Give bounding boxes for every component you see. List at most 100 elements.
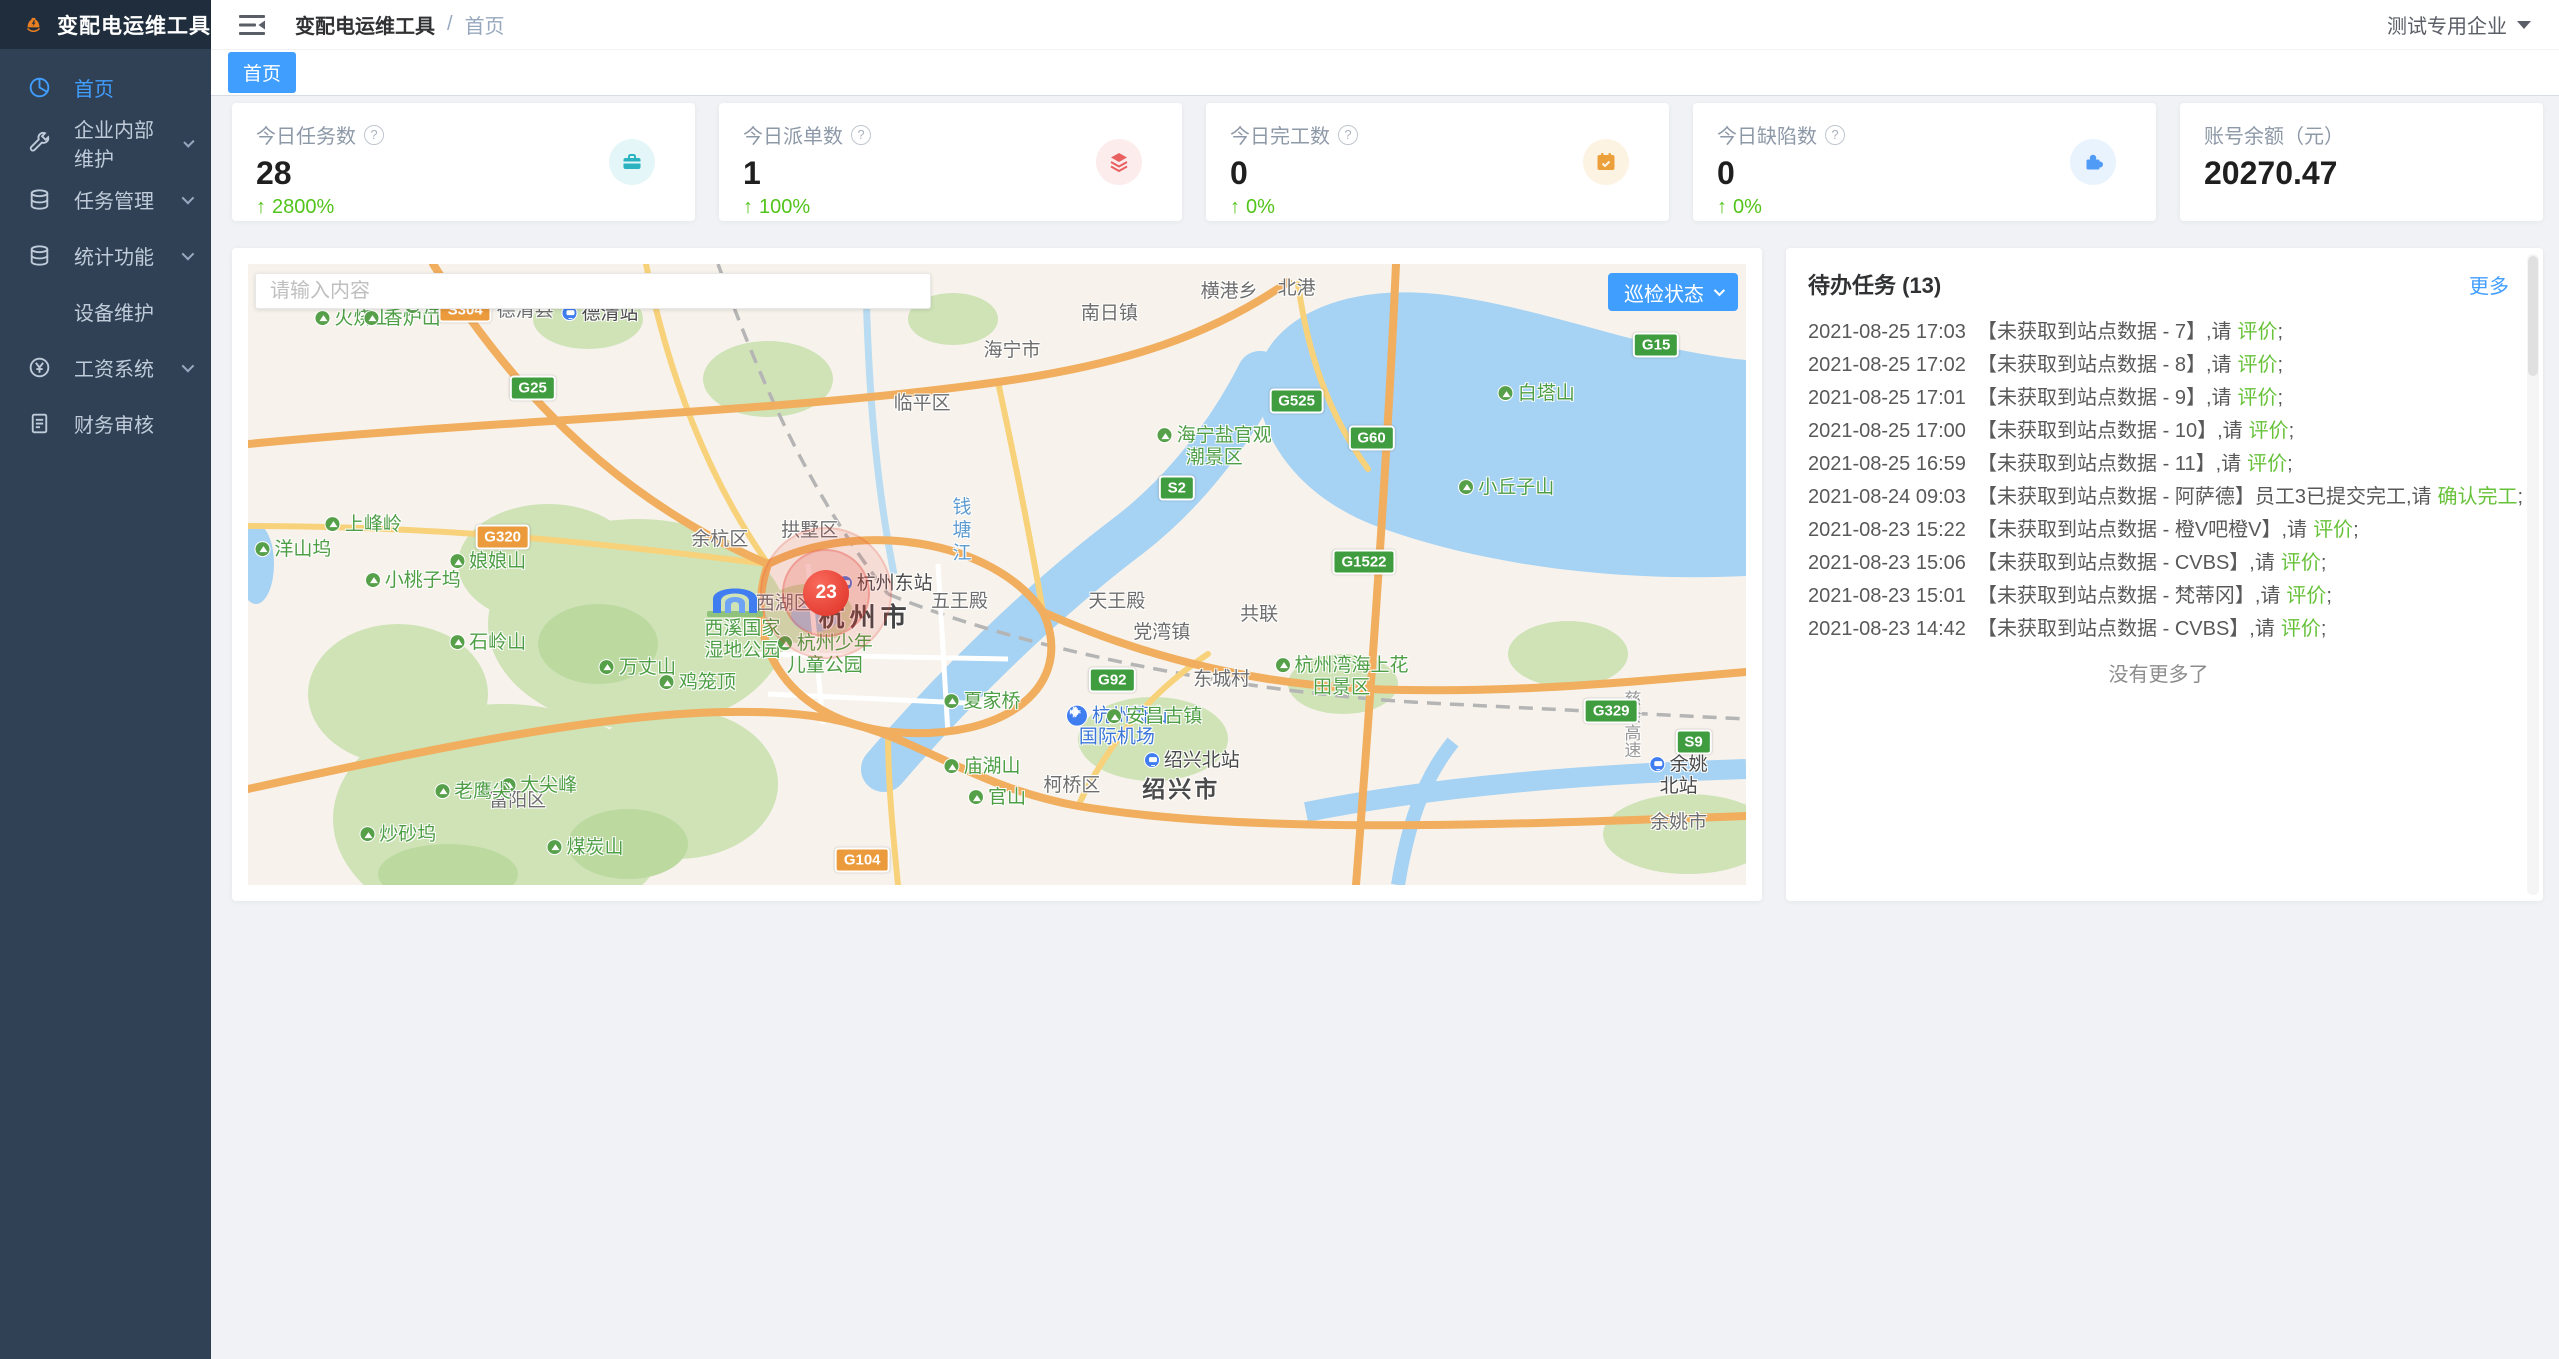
road-shield: G60 (1348, 425, 1394, 450)
todo-time: 2021-08-23 14:42 (1808, 618, 1966, 640)
map-search-input[interactable] (255, 273, 931, 309)
sidebar-item-task-management[interactable]: 任务管理 (0, 171, 211, 227)
todo-text: 【未获取到站点数据 - 9】,请 (1977, 387, 2231, 409)
todo-item: 2021-08-25 17:02 【未获取到站点数据 - 8】,请评价; (1808, 349, 2509, 382)
calendar-check-icon (1583, 139, 1629, 185)
todo-text: 【未获取到站点数据 - 橙V吧橙V】,请 (1977, 519, 2307, 541)
enterprise-dropdown[interactable]: 测试专用企业 (2387, 10, 2531, 39)
help-icon[interactable]: ? (1825, 125, 1845, 145)
chevron-down-icon (182, 359, 195, 372)
todo-time: 2021-08-25 17:02 (1808, 354, 1966, 376)
more-link[interactable]: 更多 (2469, 270, 2509, 299)
breadcrumb-root[interactable]: 变配电运维工具 (295, 10, 435, 39)
trend-up-icon: ↑ (1717, 196, 1727, 219)
wetland-park-landmark-icon[interactable] (703, 577, 767, 621)
todo-item: 2021-08-25 17:00 【未获取到站点数据 - 10】,请评价; (1808, 415, 2509, 448)
help-icon[interactable]: ? (364, 125, 384, 145)
map-card: 杭州市 绍兴市 西湖区 拱墅区 余杭区 临平区 海宁市 德清县 柯桥区 (232, 248, 1762, 901)
todo-action-link[interactable]: 评价 (2281, 552, 2321, 574)
road-shield: G329 (1584, 699, 1639, 724)
road-shield: G25 (509, 376, 555, 401)
stat-trend: 0% (1246, 196, 1275, 219)
todo-action-link[interactable]: 评价 (2238, 321, 2278, 343)
todo-separator: ; (2278, 321, 2284, 343)
database-icon (27, 187, 52, 212)
todo-time: 2021-08-25 17:00 (1808, 420, 1966, 442)
briefcase-icon (609, 139, 655, 185)
sidebar-subitem-device-maintenance[interactable]: 设备维护 (0, 283, 211, 339)
sidebar-item-home[interactable]: 首页 (0, 59, 211, 115)
help-icon[interactable]: ? (1338, 125, 1358, 145)
todo-action-link[interactable]: 评价 (2281, 618, 2321, 640)
todo-time: 2021-08-23 15:06 (1808, 552, 1966, 574)
panel-scrollbar-thumb[interactable] (2528, 256, 2538, 376)
todo-time: 2021-08-25 17:01 (1808, 387, 1966, 409)
todo-action-link[interactable]: 评价 (2249, 420, 2289, 442)
stat-label: 今日派单数 (743, 120, 843, 149)
breadcrumb-current: 首页 (465, 10, 505, 39)
sidebar-item-label: 企业内部维护 (74, 114, 162, 172)
todo-separator: ; (2518, 486, 2524, 508)
hardhat-logo-icon (24, 8, 43, 42)
todo-text: 【未获取到站点数据 - CVBS】,请 (1977, 552, 2275, 574)
todo-time: 2021-08-23 15:01 (1808, 585, 1966, 607)
trend-up-icon: ↑ (743, 196, 753, 219)
todo-separator: ; (2321, 618, 2327, 640)
help-icon[interactable]: ? (851, 125, 871, 145)
todo-action-link[interactable]: 评价 (2313, 519, 2353, 541)
road-shield: S2 (1159, 475, 1195, 500)
app-window: 变配电运维工具 首页 企业内部维护 任务管理 (0, 0, 2559, 1359)
sidebar-item-enterprise-maintenance[interactable]: 企业内部维护 (0, 115, 211, 171)
coin-icon (27, 355, 52, 380)
sidebar-item-statistics[interactable]: 统计功能 (0, 227, 211, 283)
todo-text: 【未获取到站点数据 - 11】,请 (1977, 453, 2241, 475)
todo-action-link[interactable]: 评价 (2238, 354, 2278, 376)
todo-item: 2021-08-23 15:06 【未获取到站点数据 - CVBS】,请评价; (1808, 547, 2509, 580)
app-logo: 变配电运维工具 (0, 0, 211, 49)
todo-item: 2021-08-25 17:03 【未获取到站点数据 - 7】,请评价; (1808, 316, 2509, 349)
collapse-sidebar-icon[interactable] (239, 14, 265, 36)
todo-item: 2021-08-23 14:42 【未获取到站点数据 - CVBS】,请评价; (1808, 613, 2509, 646)
map-cluster-marker[interactable]: 23 (760, 527, 892, 659)
sidebar-item-payroll[interactable]: 工资系统 (0, 339, 211, 395)
sidebar: 变配电运维工具 首页 企业内部维护 任务管理 (0, 0, 211, 1359)
stat-label: 今日任务数 (256, 120, 356, 149)
todo-action-link[interactable]: 评价 (2238, 387, 2278, 409)
enterprise-name: 测试专用企业 (2387, 10, 2507, 39)
chevron-down-icon (182, 191, 195, 204)
list-end-text: 没有更多了 (1808, 658, 2509, 687)
todo-item: 2021-08-23 15:01 【未获取到站点数据 - 梵蒂冈】,请评价; (1808, 580, 2509, 613)
dashboard-icon (27, 75, 52, 100)
todo-time: 2021-08-25 16:59 (1808, 453, 1966, 475)
stat-card-dispatch: 今日派单数? 1 ↑100% (719, 103, 1182, 221)
stat-label: 今日缺陷数 (1717, 120, 1817, 149)
todo-separator: ; (2278, 387, 2284, 409)
stat-cards-row: 今日任务数? 28 ↑2800% 今日派单数? 1 ↑100% 今日完工数? 0… (232, 103, 2543, 221)
todo-text: 【未获取到站点数据 - CVBS】,请 (1977, 618, 2275, 640)
sidebar-item-label: 统计功能 (74, 241, 154, 270)
caret-down-icon (2517, 21, 2531, 29)
sidebar-item-label: 首页 (74, 73, 114, 102)
todo-separator: ; (2353, 519, 2359, 541)
todo-list: 2021-08-25 17:03 【未获取到站点数据 - 7】,请评价; 202… (1808, 316, 2509, 646)
stat-card-defects: 今日缺陷数? 0 ↑0% (1693, 103, 2156, 221)
database-icon (27, 243, 52, 268)
road-shield: G104 (835, 848, 890, 873)
todo-text: 【未获取到站点数据 - 7】,请 (1977, 321, 2231, 343)
tab-home[interactable]: 首页 (228, 52, 296, 93)
todo-panel: 待办任务 (13) 更多 2021-08-25 17:03 【未获取到站点数据 … (1786, 248, 2543, 901)
road-shield: G320 (475, 525, 530, 550)
panel-scrollbar[interactable] (2527, 254, 2539, 895)
map-canvas[interactable]: 杭州市 绍兴市 西湖区 拱墅区 余杭区 临平区 海宁市 德清县 柯桥区 (248, 264, 1746, 885)
inspection-status-button[interactable]: 巡检状态 (1608, 273, 1738, 311)
stat-label: 账号余额（元） (2204, 120, 2344, 149)
tab-bar: 首页 (211, 50, 2559, 96)
sidebar-item-finance-audit[interactable]: 财务审核 (0, 395, 211, 451)
inspection-status-label: 巡检状态 (1624, 278, 1704, 307)
todo-action-link[interactable]: 评价 (2286, 585, 2326, 607)
todo-title: 待办任务 (13) (1808, 268, 1941, 300)
sidebar-item-label: 任务管理 (74, 185, 154, 214)
todo-action-link[interactable]: 评价 (2247, 453, 2287, 475)
todo-action-link[interactable]: 确认完工 (2438, 486, 2518, 508)
top-header: 变配电运维工具 / 首页 测试专用企业 (211, 0, 2559, 50)
